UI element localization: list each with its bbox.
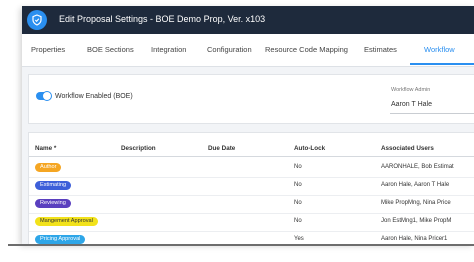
column-header-due-date[interactable]: Due Date	[208, 145, 235, 152]
step-name-pill[interactable]: Pricing Approval	[35, 235, 86, 244]
window-title: Edit Proposal Settings - BOE Demo Prop, …	[59, 14, 266, 24]
step-associated-users: Aaron Hale, Aaron T Hale	[381, 182, 450, 188]
table-row[interactable]: Reviewing No Mike PropMng, Nina Price	[29, 195, 474, 214]
step-name-pill[interactable]: Reviewing	[35, 199, 71, 208]
workflow-settings-card: Workflow Enabled (BOE) Workflow Admin Aa…	[28, 74, 474, 124]
column-header-associated-users[interactable]: Associated Users	[381, 145, 434, 152]
tab-configuration[interactable]: Configuration	[207, 45, 252, 54]
step-auto-lock: No	[294, 182, 302, 188]
table-row[interactable]: Pricing Approval Yes Aaron Hale, Nina Pr…	[29, 231, 474, 244]
table-row[interactable]: Author No AARONHALE, Bob Estimat	[29, 159, 474, 178]
tab-properties[interactable]: Properties	[31, 45, 65, 54]
column-header-auto-lock[interactable]: Auto-Lock	[294, 145, 325, 152]
step-auto-lock: No	[294, 164, 302, 170]
step-name-pill[interactable]: Mangement Approval	[35, 217, 98, 226]
tab-boe-sections[interactable]: BOE Sections	[87, 45, 134, 54]
tab-workflow[interactable]: Workflow	[424, 45, 455, 54]
step-associated-users: Jon EstMng1, Mike PropM	[381, 218, 452, 224]
workflow-enabled-toggle[interactable]	[36, 91, 52, 101]
table-row[interactable]: Estimating No Aaron Hale, Aaron T Hale	[29, 177, 474, 196]
table-header-divider	[29, 156, 474, 157]
bottom-divider	[8, 244, 474, 246]
tab-resource-code-mapping[interactable]: Resource Code Mapping	[265, 45, 348, 54]
workflow-steps-table: Name * Description Due Date Auto-Lock As…	[28, 132, 474, 244]
workflow-admin-label: Workflow Admin	[391, 87, 431, 93]
step-associated-users: Aaron Hale, Nina Pricer1	[381, 236, 448, 242]
workflow-enabled-label: Workflow Enabled (BOE)	[55, 93, 133, 100]
tab-integration[interactable]: Integration	[151, 45, 186, 54]
toggle-knob	[42, 91, 52, 101]
step-auto-lock: No	[294, 218, 302, 224]
settings-tabs: Properties BOE Sections Integration Conf…	[22, 34, 474, 67]
workflow-admin-field[interactable]: Aaron T Hale	[391, 101, 432, 108]
tab-estimates[interactable]: Estimates	[364, 45, 397, 54]
step-associated-users: Mike PropMng, Nina Price	[381, 200, 451, 206]
step-auto-lock: Yes	[294, 236, 304, 242]
table-row[interactable]: Mangement Approval No Jon EstMng1, Mike …	[29, 213, 474, 232]
column-header-description[interactable]: Description	[121, 145, 156, 152]
title-bar: Edit Proposal Settings - BOE Demo Prop, …	[22, 6, 474, 34]
app-logo-icon	[27, 10, 47, 30]
step-name-pill[interactable]: Estimating	[35, 181, 72, 190]
column-header-name[interactable]: Name *	[35, 145, 56, 152]
step-associated-users: AARONHALE, Bob Estimat	[381, 164, 454, 170]
edit-proposal-settings-window: Edit Proposal Settings - BOE Demo Prop, …	[22, 6, 474, 244]
active-tab-indicator	[410, 63, 474, 65]
step-name-pill[interactable]: Author	[35, 163, 62, 172]
workflow-admin-underline	[390, 113, 474, 114]
step-auto-lock: No	[294, 200, 302, 206]
